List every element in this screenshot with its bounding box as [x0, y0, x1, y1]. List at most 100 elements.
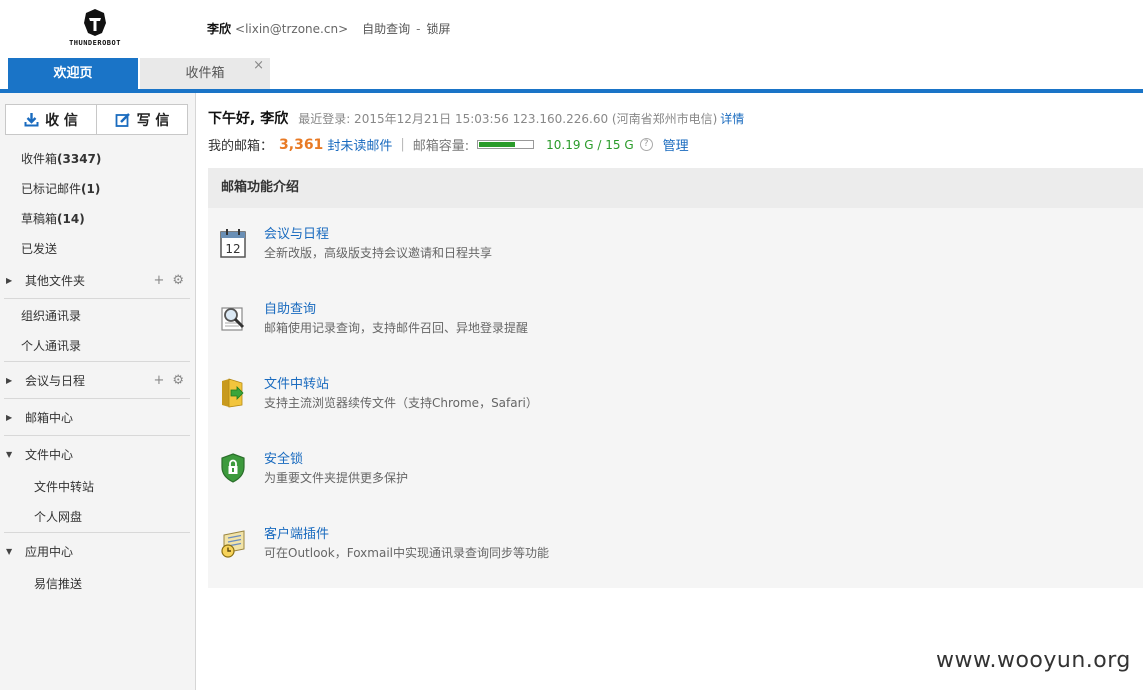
- capacity-fill: [479, 142, 515, 147]
- sidebar: 收 信 写 信 收件箱(3347) 已标记邮件(1) 草稿箱(14) 已发送 ▶…: [0, 93, 196, 690]
- lock-screen-link[interactable]: 锁屏: [426, 22, 450, 36]
- caret-right-icon: ▶: [6, 413, 13, 422]
- logo-text: THUNDEROBOT: [69, 39, 121, 47]
- sidebar-item-file-transfer[interactable]: 文件中转站: [0, 472, 190, 502]
- detail-link[interactable]: 详情: [720, 112, 744, 126]
- receive-button[interactable]: 收 信: [6, 105, 96, 134]
- caret-down-icon: ▼: [6, 450, 13, 459]
- receive-label: 收 信: [45, 112, 78, 129]
- add-icon[interactable]: +: [153, 273, 164, 288]
- add-icon[interactable]: +: [153, 373, 164, 388]
- feature-item-file-transfer: 文件中转站 支持主流浏览器续传文件（支持Chrome，Safari）: [208, 373, 1143, 433]
- tab-inbox[interactable]: 收件箱 ×: [140, 58, 270, 89]
- group-mail-center[interactable]: ▶ 邮箱中心: [0, 400, 190, 436]
- feature-item-self-query: 自助查询 邮箱使用记录查询，支持邮件召回、异地登录提醒: [208, 298, 1143, 358]
- folder-label: 已发送: [21, 242, 58, 256]
- logo-helmet-icon: [84, 9, 106, 36]
- mail-action-buttons: 收 信 写 信: [5, 104, 188, 135]
- feature-desc: 邮箱使用记录查询，支持邮件召回、异地登录提醒: [264, 321, 529, 335]
- unread-link[interactable]: 封未读邮件: [327, 135, 392, 154]
- watermark: www.wooyun.org: [936, 648, 1131, 673]
- capacity-meter: [477, 140, 535, 149]
- folder-count: (1): [81, 182, 101, 196]
- magnifier-icon: [221, 307, 245, 331]
- group-label: 会议与日程: [25, 374, 86, 388]
- feature-title[interactable]: 文件中转站: [264, 373, 329, 392]
- gear-icon[interactable]: ⚙: [172, 273, 184, 288]
- tab-welcome[interactable]: 欢迎页: [8, 58, 138, 89]
- group-meeting[interactable]: ▶ 会议与日程 + ⚙: [0, 363, 190, 399]
- sidebar-item-yixin-push[interactable]: 易信推送: [0, 569, 190, 599]
- sidebar-item-sent[interactable]: 已发送: [0, 234, 190, 264]
- sidebar-item-personal-disk[interactable]: 个人网盘: [0, 502, 190, 532]
- self-query-link[interactable]: 自助查询: [362, 22, 410, 36]
- header: THUNDEROBOT 李欣 <lixin@trzone.cn> 自助查询 - 锁屏: [0, 0, 1143, 58]
- sidebar-item-inbox[interactable]: 收件箱(3347): [0, 144, 190, 174]
- svg-text:12: 12: [225, 242, 240, 256]
- last-login: 最近登录: 2015年12月21日 15:03:56 123.160.226.6…: [298, 112, 718, 126]
- group-file-center[interactable]: ▼ 文件中心: [0, 437, 190, 473]
- calendar-icon: 12: [220, 229, 246, 258]
- compose-icon: [115, 112, 130, 127]
- folder-count: (3347): [57, 152, 102, 166]
- feature-title[interactable]: 客户端插件: [264, 523, 329, 542]
- sidebar-item-org-contacts[interactable]: 组织通讯录: [0, 301, 190, 331]
- mail-app: THUNDEROBOT 李欣 <lixin@trzone.cn> 自助查询 - 锁屏 欢…: [0, 0, 1143, 690]
- compose-button[interactable]: 写 信: [96, 105, 187, 134]
- manage-link[interactable]: 管理: [663, 135, 689, 154]
- capacity-value: 10.19 G / 15 G: [546, 137, 634, 152]
- user-name: 李欣: [207, 22, 232, 36]
- tab-inbox-label: 收件箱: [185, 66, 225, 81]
- user-bar: 李欣 <lixin@trzone.cn> 自助查询 - 锁屏: [207, 20, 451, 37]
- group-label: 文件中心: [25, 448, 74, 462]
- mailbox-summary: 我的邮箱： 3,361 封未读邮件 | 邮箱容量: 10.19 G / 15 G…: [208, 135, 689, 155]
- feature-title[interactable]: 自助查询: [264, 298, 316, 317]
- feature-title[interactable]: 会议与日程: [264, 223, 329, 242]
- header-separator: -: [416, 22, 421, 36]
- shield-lock-icon: [221, 453, 245, 483]
- folder-label: 草稿箱: [21, 212, 58, 226]
- folder-label: 已标记邮件: [21, 182, 82, 196]
- sidebar-item-flagged[interactable]: 已标记邮件(1): [0, 174, 190, 204]
- feature-item-meeting: 12 会议与日程 全新改版，高级版支持会议邀请和日程共享: [208, 223, 1143, 283]
- folder-count: (14): [57, 212, 85, 226]
- group-label: 其他文件夹: [25, 274, 86, 288]
- feature-desc: 为重要文件夹提供更多保护: [264, 471, 409, 485]
- feature-title[interactable]: 安全锁: [264, 448, 303, 467]
- feature-panel: 邮箱功能介绍 12 会议与日程 全新改版，高级版支持会议邀请和日程共享 自助查询…: [208, 168, 1143, 588]
- feature-item-client-plugin: 客户端插件 可在Outlook，Foxmail中实现通讯录查询同步等功能: [208, 523, 1143, 583]
- greeting-line: 下午好, 李欣 最近登录: 2015年12月21日 15:03:56 123.16…: [208, 108, 744, 128]
- caret-right-icon: ▶: [6, 276, 13, 285]
- help-icon[interactable]: ?: [639, 138, 653, 151]
- divider: [4, 398, 190, 399]
- greeting: 下午好, 李欣: [208, 111, 289, 127]
- close-icon[interactable]: ×: [253, 50, 264, 81]
- sidebar-item-drafts[interactable]: 草稿箱(14): [0, 204, 190, 234]
- plugin-icon: [221, 530, 245, 558]
- sidebar-item-personal-contacts[interactable]: 个人通讯录: [0, 331, 190, 361]
- feature-desc: 全新改版，高级版支持会议邀请和日程共享: [264, 246, 493, 260]
- group-label: 邮箱中心: [25, 411, 74, 425]
- divider: [4, 361, 190, 362]
- logo: THUNDEROBOT: [58, 6, 132, 50]
- divider: [4, 298, 190, 299]
- mailbox-label: 我的邮箱：: [208, 139, 274, 154]
- gear-icon[interactable]: ⚙: [172, 373, 184, 388]
- divider: [4, 532, 190, 533]
- compose-label: 写 信: [136, 112, 170, 129]
- panel-title: 邮箱功能介绍: [208, 168, 1143, 208]
- group-other-folders[interactable]: ▶ 其他文件夹 + ⚙: [0, 263, 190, 299]
- main-content: 下午好, 李欣 最近登录: 2015年12月21日 15:03:56 123.16…: [208, 93, 1143, 690]
- group-tools: + ⚙: [145, 363, 184, 399]
- user-email: <lixin@trzone.cn>: [235, 22, 349, 36]
- capacity-label: 邮箱容量:: [412, 139, 470, 154]
- caret-down-icon: ▼: [6, 547, 13, 556]
- group-label: 应用中心: [25, 545, 74, 559]
- feature-desc: 支持主流浏览器续传文件（支持Chrome，Safari）: [264, 396, 538, 410]
- unread-count[interactable]: 3,361: [279, 137, 323, 153]
- group-app-center[interactable]: ▼ 应用中心: [0, 534, 190, 570]
- feature-item-security-lock: 安全锁 为重要文件夹提供更多保护: [208, 448, 1143, 508]
- folder-label: 收件箱: [21, 152, 58, 166]
- folder-transfer-icon: [222, 378, 244, 408]
- divider: [4, 435, 190, 436]
